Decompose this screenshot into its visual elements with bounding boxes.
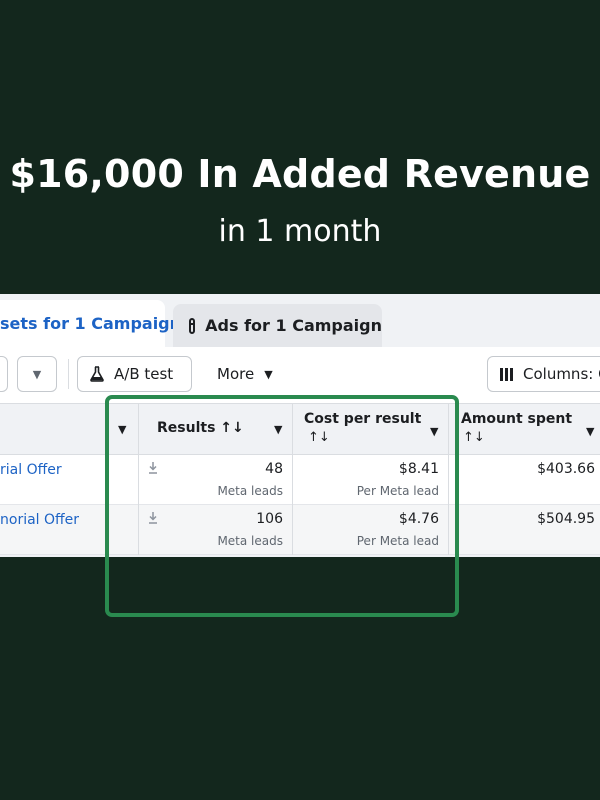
columns-icon: [500, 367, 515, 381]
columns-button[interactable]: Columns: C: [487, 356, 600, 392]
amount-spent-value: $403.66: [537, 461, 595, 477]
toolbar-divider: [68, 359, 69, 389]
tab-ads-label: Ads for 1 Campaign: [205, 316, 382, 335]
tab-ad-sets-label: sets for 1 Campaign: [0, 314, 182, 333]
chevron-down-icon: ▼: [32, 367, 42, 381]
chevron-down-icon: ▼: [264, 367, 273, 381]
sort-icon[interactable]: ↑↓: [463, 430, 485, 445]
amount-spent-value: $504.95: [537, 511, 595, 527]
headline: $16,000 In Added Revenue: [9, 152, 591, 196]
tab-ads[interactable]: Ads for 1 Campaign: [173, 304, 382, 347]
ab-test-button[interactable]: A/B test: [77, 356, 192, 392]
ad-set-name-link[interactable]: norial Offer: [0, 512, 79, 528]
subheadline: in 1 month: [218, 214, 382, 249]
ad-window-icon: [189, 317, 196, 334]
columns-label: Columns: C: [523, 365, 600, 383]
tab-ad-sets[interactable]: sets for 1 Campaign: [0, 300, 181, 347]
chevron-down-icon[interactable]: ▼: [586, 425, 594, 438]
amount-spent-header[interactable]: Amount spent: [461, 411, 572, 427]
dropdown-button[interactable]: ▼: [17, 356, 57, 392]
more-button[interactable]: More ▼: [217, 356, 273, 392]
flask-icon: [90, 366, 104, 382]
highlight-box: [105, 395, 459, 617]
ab-test-label: A/B test: [114, 365, 174, 383]
more-label: More: [217, 365, 255, 383]
toolbar-partial-button[interactable]: [0, 356, 8, 392]
ad-set-name-link[interactable]: rial Offer: [0, 462, 62, 478]
